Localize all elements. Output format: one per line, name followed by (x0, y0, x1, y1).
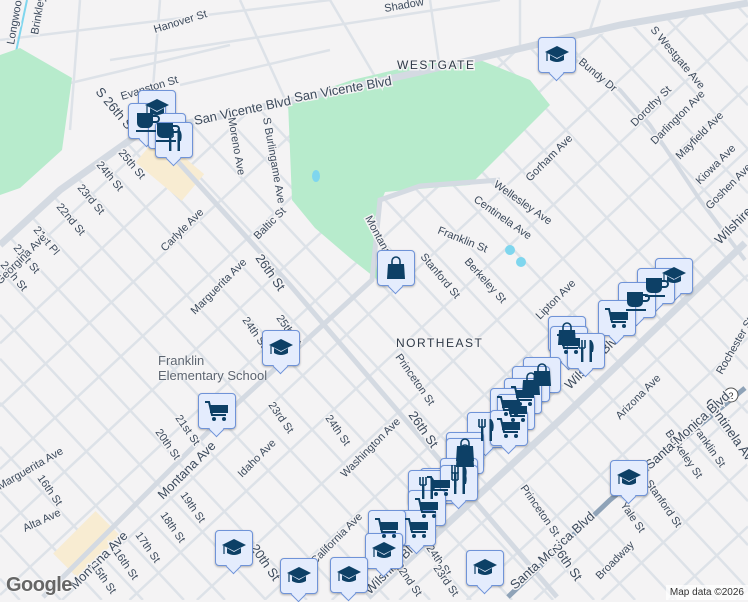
food-icon (446, 471, 472, 495)
map-marker-school[interactable] (280, 558, 318, 594)
cart-icon (204, 399, 230, 423)
map-marker-bag[interactable] (377, 250, 415, 286)
map-attribution[interactable]: Map data ©2026 (666, 585, 748, 600)
cart-icon (496, 416, 522, 440)
food-icon (161, 128, 187, 152)
map-marker-food[interactable] (155, 122, 193, 158)
map-marker-food[interactable] (567, 333, 605, 369)
poi-label-line1: Franklin (158, 353, 204, 368)
poi-franklin-elementary-school[interactable]: Franklin Elementary School (158, 353, 267, 383)
pond (312, 170, 320, 182)
school-icon (268, 336, 294, 360)
school-icon (616, 466, 642, 490)
food-icon (573, 339, 599, 363)
poi-label-line2: Elementary School (158, 368, 267, 383)
bag-icon (383, 256, 409, 280)
map-marker-school[interactable] (330, 557, 368, 593)
pond (516, 257, 526, 267)
cart-icon (604, 306, 630, 330)
map-marker-school[interactable] (262, 330, 300, 366)
school-icon (286, 564, 312, 588)
neighborhood-label-northeast: NORTHEAST (396, 336, 483, 350)
school-icon (371, 539, 397, 563)
map-marker-cart[interactable] (198, 393, 236, 429)
school-icon (472, 556, 498, 580)
map-marker-school[interactable] (610, 460, 648, 496)
school-icon (336, 563, 362, 587)
map-marker-school[interactable] (215, 530, 253, 566)
map-marker-school[interactable] (538, 37, 576, 73)
pond (505, 245, 515, 255)
map-marker-school[interactable] (466, 550, 504, 586)
school-icon (221, 536, 247, 560)
school-icon (544, 43, 570, 67)
google-logo[interactable]: Google (6, 574, 72, 597)
neighborhood-label-westgate: WESTGATE (397, 58, 475, 72)
cart-icon (404, 516, 430, 540)
cart-icon (374, 516, 400, 540)
